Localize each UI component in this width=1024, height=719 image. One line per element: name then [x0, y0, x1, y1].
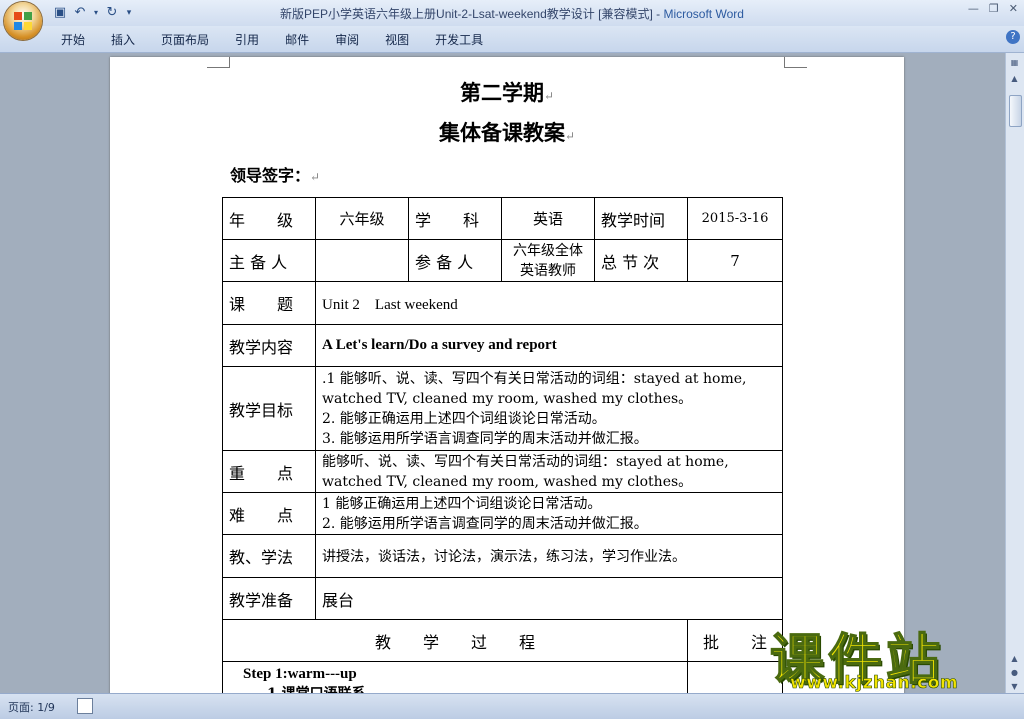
paragraph-mark: ↵ — [310, 170, 321, 184]
table-row: 重 点 能够听、说、读、写四个有关日常活动的词组：stayed at home,… — [222, 450, 783, 493]
topic-label: 课 题 — [222, 281, 316, 325]
status-bar: 页面: 1/9 — [0, 693, 1024, 719]
tab-page-layout[interactable]: 页面布局 — [148, 29, 222, 50]
goal-item: 3. 能够运用所学语言调查同学的周末活动并做汇报。 — [322, 430, 648, 447]
time-label: 教学时间 — [594, 197, 688, 240]
proofing-icon[interactable] — [77, 698, 93, 714]
scroll-thumb[interactable] — [1009, 95, 1022, 127]
ribbon-tabs: 开始 插入 页面布局 引用 邮件 审阅 视图 开发工具 — [48, 29, 496, 50]
method-label: 教、学法 — [222, 534, 316, 578]
participants-label: 参 备 人 — [408, 239, 502, 282]
subject-value[interactable]: 英语 — [501, 197, 595, 240]
total-value[interactable]: 7 — [687, 239, 783, 282]
table-row: 教学准备 展台 — [222, 577, 783, 620]
help-icon[interactable]: ? — [1006, 30, 1020, 44]
watermark-url: www.kjzhan.com — [790, 673, 959, 694]
crop-mark-left — [207, 57, 230, 68]
step-title: Step 1:warm---up — [243, 666, 357, 682]
app-name: Microsoft Word — [663, 7, 744, 21]
ribbon: 开始 插入 页面布局 引用 邮件 审阅 视图 开发工具 ? — [0, 26, 1024, 53]
tab-developer[interactable]: 开发工具 — [422, 29, 496, 50]
process-content[interactable]: Step 1:warm---up 1.课堂口语联系。 — [222, 661, 688, 693]
page-indicator[interactable]: 页面: 1/9 — [8, 699, 55, 715]
key-point-label: 重 点 — [222, 450, 316, 493]
table-row: 教 学 过 程 批 注 — [222, 619, 783, 662]
document-title: 新版PEP小学英语六年级上册Unit-2-Lsat-weekend教学设计 [兼… — [280, 7, 661, 21]
table-row: Step 1:warm---up 1.课堂口语联系。 — [222, 661, 783, 693]
paragraph-mark: ↵ — [543, 89, 555, 103]
table-row: 年 级 六年级 学 科 英语 教学时间 2015-3-16 — [222, 197, 783, 240]
grade-value[interactable]: 六年级 — [315, 197, 409, 240]
goals-label: 教学目标 — [222, 366, 316, 451]
tab-mailings[interactable]: 邮件 — [272, 29, 322, 50]
grade-label: 年 级 — [222, 197, 316, 240]
subject-label: 学 科 — [408, 197, 502, 240]
window-controls: — ❐ ✕ — [968, 2, 1018, 15]
tab-home[interactable]: 开始 — [48, 29, 98, 50]
process-header: 教 学 过 程 — [222, 619, 688, 662]
goal-item: .1 能够听、说、读、写四个有关日常活动的词组：stayed at home, … — [322, 370, 747, 407]
close-icon[interactable]: ✕ — [1009, 2, 1018, 15]
office-button[interactable] — [4, 2, 42, 40]
office-logo-icon — [14, 12, 32, 30]
key-point-value[interactable]: 能够听、说、读、写四个有关日常活动的词组：stayed at home, wat… — [315, 450, 783, 493]
total-label: 总 节 次 — [594, 239, 688, 282]
ruler-toggle-icon[interactable]: ▦ — [1009, 57, 1020, 68]
difficulty-value[interactable]: 1 能够正确运用上述四个词组谈论日常活动。 2. 能够运用所学语言调查同学的周末… — [315, 492, 783, 535]
paragraph-mark: ↵ — [564, 129, 576, 143]
table-row: 教学内容 A Let's learn/Do a survey and repor… — [222, 324, 783, 367]
title-bar: ▣ ↶ ▾ ↻ ▾ 新版PEP小学英语六年级上册Unit-2-Lsat-week… — [0, 0, 1024, 40]
document-area: 第二学期↵ 集体备课教案↵ 领导签字：↵ 年 级 六年级 学 科 英语 教学时间… — [0, 53, 1006, 693]
method-value[interactable]: 讲授法，谈话法，讨论法，演示法，练习法，学习作业法。 — [315, 534, 783, 578]
tab-insert[interactable]: 插入 — [98, 29, 148, 50]
preparation-label: 教学准备 — [222, 577, 316, 620]
lesson-plan-table: 年 级 六年级 学 科 英语 教学时间 2015-3-16 主 备 人 参 备 … — [222, 197, 783, 693]
content-value[interactable]: A Let's learn/Do a survey and report — [315, 324, 783, 367]
difficulty-item: 2. 能够运用所学语言调查同学的周末活动并做汇报。 — [322, 515, 648, 532]
window-title: 新版PEP小学英语六年级上册Unit-2-Lsat-weekend教学设计 [兼… — [0, 5, 1024, 22]
topic-value[interactable]: Unit 2 Last weekend — [315, 281, 783, 325]
heading-lesson-plan: 集体备课教案↵ — [438, 120, 576, 145]
difficulty-item: 1 能够正确运用上述四个词组谈论日常活动。 — [322, 495, 602, 512]
table-row: 难 点 1 能够正确运用上述四个词组谈论日常活动。 2. 能够运用所学语言调查同… — [222, 492, 783, 535]
preparation-value[interactable]: 展台 — [315, 577, 783, 620]
time-value[interactable]: 2015-3-16 — [687, 197, 783, 240]
host-value[interactable] — [315, 239, 409, 282]
notes-header: 批 注 — [687, 619, 783, 662]
leader-signature-label: 领导签字：↵ — [230, 166, 321, 185]
content-label: 教学内容 — [222, 324, 316, 367]
tab-references[interactable]: 引用 — [222, 29, 272, 50]
heading-semester: 第二学期↵ — [459, 80, 555, 105]
scroll-up-icon[interactable]: ▲ — [1009, 73, 1020, 84]
watermark-logo: 课件站 www.kjzhan.com — [769, 615, 1022, 695]
restore-icon[interactable]: ❐ — [989, 2, 999, 15]
crop-mark-right — [784, 57, 807, 68]
goals-value[interactable]: .1 能够听、说、读、写四个有关日常活动的词组：stayed at home, … — [315, 366, 783, 451]
tab-review[interactable]: 审阅 — [322, 29, 372, 50]
vertical-scrollbar[interactable]: ▦ ▲ ▲ ● ▼ — [1005, 53, 1024, 693]
tab-view[interactable]: 视图 — [372, 29, 422, 50]
minimize-icon[interactable]: — — [968, 2, 979, 15]
table-row: 教、学法 讲授法，谈话法，讨论法，演示法，练习法，学习作业法。 — [222, 534, 783, 578]
difficulty-label: 难 点 — [222, 492, 316, 535]
table-row: 课 题 Unit 2 Last weekend — [222, 281, 783, 325]
goal-item: 2. 能够正确运用上述四个词组谈论日常活动。 — [322, 410, 606, 427]
document-page[interactable]: 第二学期↵ 集体备课教案↵ 领导签字：↵ 年 级 六年级 学 科 英语 教学时间… — [110, 57, 904, 693]
participants-value[interactable]: 六年级全体英语教师 — [501, 239, 595, 282]
step-subitem: 1.课堂口语联系。 — [229, 683, 681, 693]
host-label: 主 备 人 — [222, 239, 316, 282]
table-row: 主 备 人 参 备 人 六年级全体英语教师 总 节 次 7 — [222, 239, 783, 282]
notes-content[interactable] — [687, 661, 783, 693]
table-row: 教学目标 .1 能够听、说、读、写四个有关日常活动的词组：stayed at h… — [222, 366, 783, 451]
